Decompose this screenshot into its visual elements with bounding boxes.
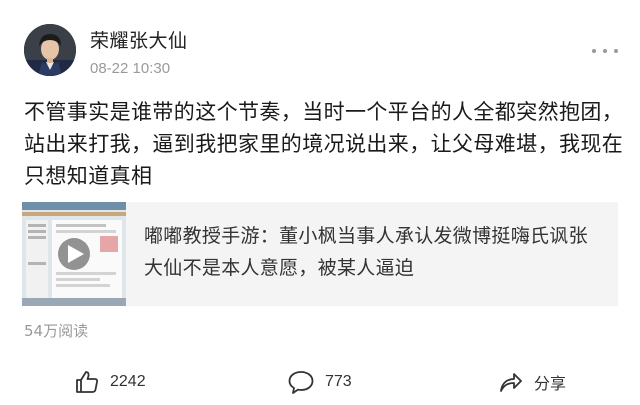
post-body-text: 不管事实是谁带的这个节奏，当时一个平台的人全都突然抱团，站出来打我，逼到我把家里…: [24, 100, 624, 188]
author-name[interactable]: 荣耀张大仙: [90, 26, 188, 53]
share-arrow-icon: [500, 373, 522, 392]
like-count: 2242: [110, 373, 146, 390]
like-button[interactable]: 2242: [74, 368, 146, 396]
shared-article-card[interactable]: 嘟嘟教授手游：董小枫当事人承认发微博挺嗨氏讽张大仙不是本人意愿，被某人逼迫: [22, 202, 618, 306]
article-thumbnail: [22, 202, 126, 306]
share-button[interactable]: 分享: [498, 368, 566, 396]
post-timestamp: 08-22 10:30: [90, 60, 171, 77]
shared-article-title: 嘟嘟教授手游：董小枫当事人承认发微博挺嗨氏讽张大仙不是本人意愿，被某人逼迫: [144, 225, 588, 279]
read-count: 54万阅读: [24, 322, 89, 340]
author-avatar[interactable]: [24, 24, 76, 76]
comment-count: 773: [325, 373, 352, 390]
thumbs-up-icon: [76, 371, 98, 393]
comment-button[interactable]: 773: [287, 368, 352, 396]
video-play-icon: [22, 202, 126, 306]
comment-bubble-icon: [288, 371, 314, 394]
avatar-photo-icon: [24, 24, 76, 76]
action-bar: 2242 773 分享: [0, 362, 640, 402]
share-label: 分享: [534, 374, 567, 393]
more-dots-icon[interactable]: [592, 44, 618, 58]
weibo-post: 荣耀张大仙 08-22 10:30 不管事实是谁带的这个节奏，当时一个平台的人全…: [0, 0, 640, 405]
